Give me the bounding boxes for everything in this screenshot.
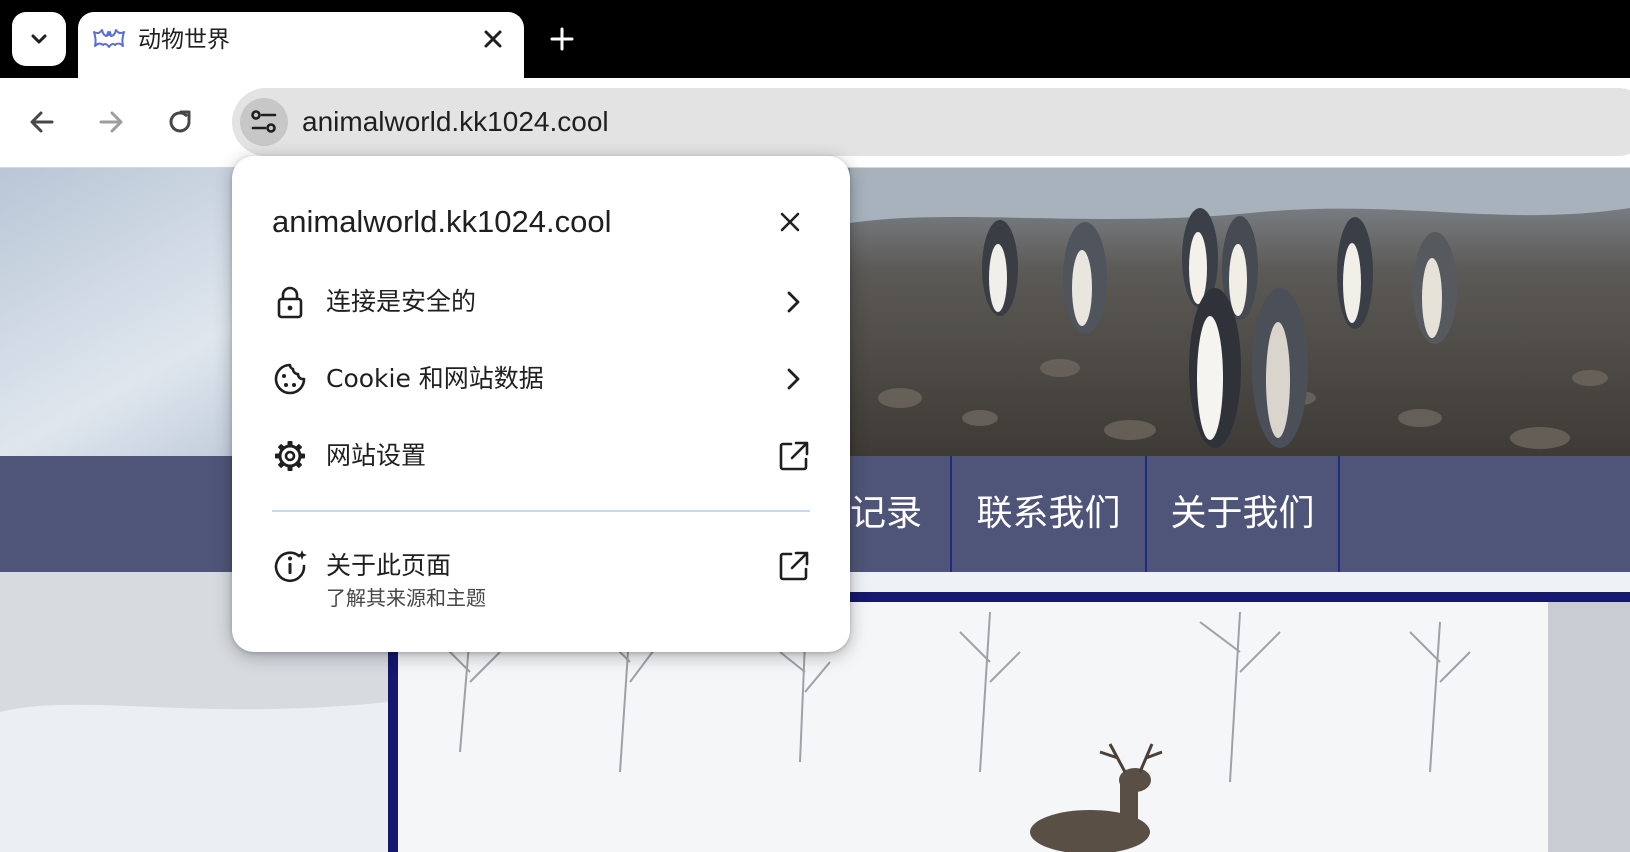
active-tab[interactable]: 动物世界	[78, 12, 524, 78]
menu-item-label: 连接是安全的	[326, 287, 477, 316]
site-info-button[interactable]	[240, 98, 288, 146]
menu-item-site-settings[interactable]: 网站设置	[232, 420, 850, 492]
popup-close-button[interactable]	[770, 202, 810, 242]
close-icon	[780, 212, 800, 232]
menu-item-cookies[interactable]: Cookie 和网站数据	[232, 343, 850, 415]
cookie-icon	[274, 363, 306, 395]
arrow-left-icon	[30, 111, 54, 133]
forward-button[interactable]	[87, 98, 135, 146]
menu-item-label: 关于此页面	[326, 551, 452, 580]
popup-host-title: animalworld.kk1024.cool	[272, 204, 612, 239]
menu-item-about-page[interactable]: 关于此页面 了解其来源和主题	[232, 530, 850, 626]
chevron-down-icon	[31, 34, 47, 44]
new-tab-button[interactable]	[540, 20, 584, 58]
lock-icon	[277, 286, 303, 319]
back-button[interactable]	[18, 98, 66, 146]
reload-icon	[169, 110, 191, 133]
arrow-right-icon	[99, 111, 123, 133]
nav-item-contact[interactable]: 联系我们	[950, 456, 1145, 572]
tab-strip: 动物世界	[0, 0, 1630, 78]
chevron-right-icon	[787, 291, 800, 313]
open-external-icon	[779, 551, 809, 581]
gear-icon	[275, 441, 305, 471]
about-page-icon	[274, 550, 307, 582]
plus-icon	[550, 27, 574, 51]
menu-item-sublabel: 了解其来源和主题	[326, 586, 486, 610]
open-external-icon	[779, 441, 809, 471]
nav-item-about[interactable]: 关于我们	[1145, 456, 1340, 572]
menu-item-connection-secure[interactable]: 连接是安全的	[232, 266, 850, 338]
site-info-popup: animalworld.kk1024.cool 连接是安全的 Cookie 和网…	[232, 156, 850, 652]
url-text: animalworld.kk1024.cool	[302, 106, 609, 137]
tab-title: 动物世界	[138, 27, 230, 53]
address-bar[interactable]: animalworld.kk1024.cool	[232, 88, 1630, 156]
popup-divider	[272, 510, 810, 512]
close-icon	[484, 30, 502, 48]
bat-favicon-icon	[93, 29, 125, 48]
browser-window: 动物世界 animalworld.kk1024.cool 记录 联系我们 关于我…	[0, 0, 1630, 852]
menu-item-label: Cookie 和网站数据	[326, 364, 544, 393]
tab-close-button[interactable]	[476, 22, 510, 56]
tab-search-button[interactable]	[12, 12, 66, 66]
browser-toolbar: animalworld.kk1024.cool	[0, 78, 1630, 168]
reload-button[interactable]	[156, 98, 204, 146]
tune-icon	[251, 110, 277, 133]
chevron-right-icon	[787, 368, 800, 390]
menu-item-label: 网站设置	[326, 441, 427, 470]
